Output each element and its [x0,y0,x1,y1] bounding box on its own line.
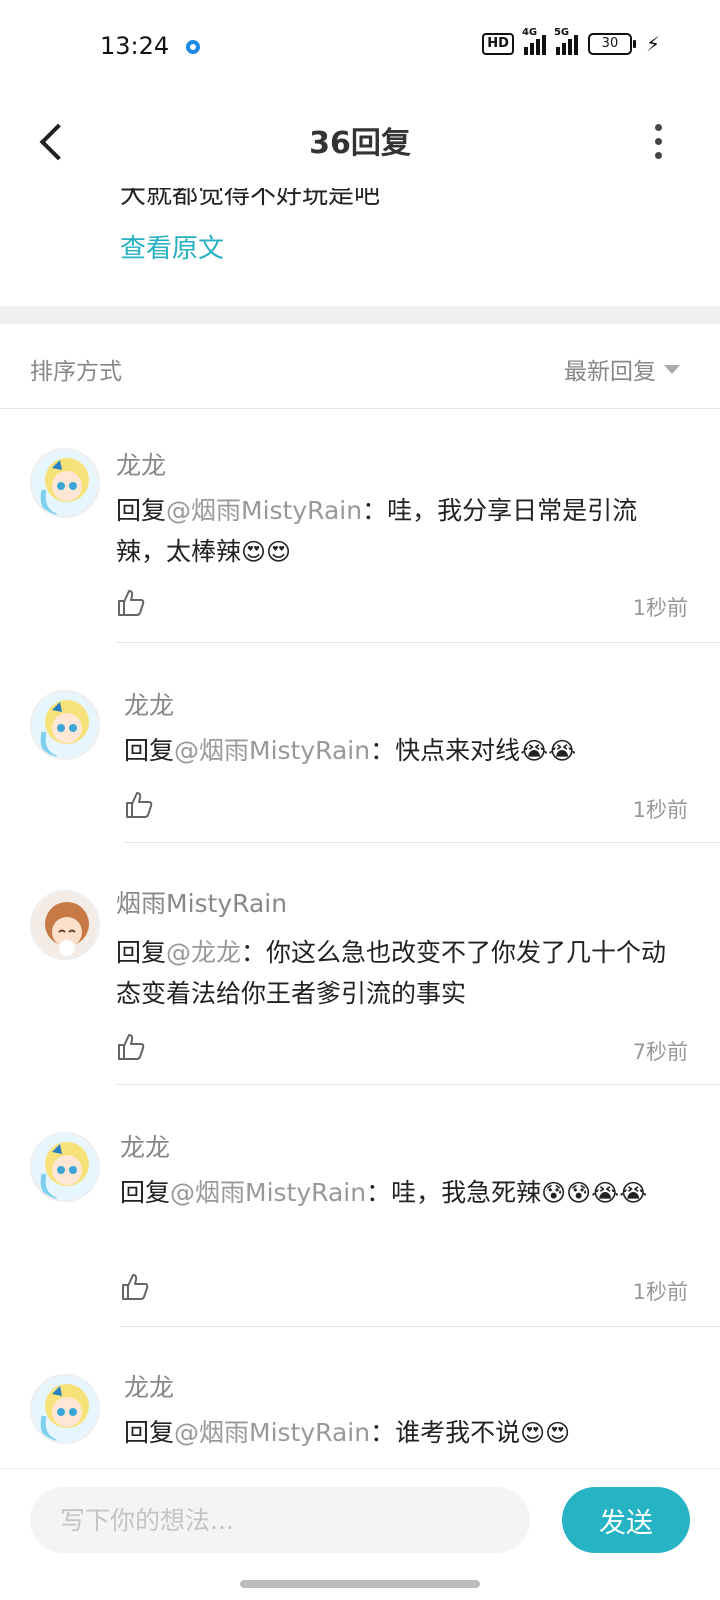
thumbs-up-icon [122,1274,149,1300]
thumbs-up-icon [118,590,145,616]
comment-author[interactable]: 烟雨MistyRain [116,884,287,920]
avatar[interactable] [30,1132,100,1202]
signal-5g-icon: 5G [554,27,578,55]
mention-link[interactable]: @烟雨MistyRain [174,736,370,765]
signal-4g-icon: 4G [522,27,546,55]
like-button[interactable] [116,1032,146,1062]
divider [116,1084,720,1085]
sort-caret-icon [664,364,680,374]
divider [116,642,720,643]
comment-time: 7秒前 [632,1040,688,1064]
like-button[interactable] [116,588,146,618]
divider [124,842,720,843]
comment-text: 回复@烟雨MistyRain：哇，我急死辣😰😰😭😭 [120,1178,648,1207]
hd-voice-icon: HD [482,33,514,55]
view-original-link[interactable]: 查看原文 [120,228,224,265]
mention-link[interactable]: @烟雨MistyRain [174,1418,370,1447]
mention-link[interactable]: @烟雨MistyRain [166,496,362,525]
send-button[interactable]: 发送 [562,1487,690,1553]
more-options-button[interactable] [638,116,678,166]
comment-author[interactable]: 龙龙 [116,446,166,482]
reply-input-bar: 发送 [0,1468,720,1573]
more-vertical-icon [654,123,662,131]
avatar[interactable] [30,690,100,760]
charging-icon: ⚡ [645,32,660,56]
comment-text: 回复@烟雨MistyRain：快点来对线😭😭 [124,736,577,765]
battery-level: 30 [587,33,632,55]
comment-time: 1秒前 [632,798,688,822]
location-indicator-icon [186,40,200,54]
like-button[interactable] [120,1272,150,1302]
sort-selected-value: 最新回复 [564,359,656,385]
comment-text: 回复@烟雨MistyRain：谁考我不说😍😍 [124,1418,571,1447]
avatar[interactable] [30,1374,100,1444]
comment-item: 龙龙 回复@烟雨MistyRain：谁考我不说😍😍 [0,1374,720,1468]
battery-icon: 30 [587,33,636,55]
avatar[interactable] [30,448,100,518]
status-icons: HD 4G 5G 30 ⚡ [482,27,660,56]
thumbs-up-icon [126,792,153,818]
reply-input[interactable] [30,1487,530,1553]
like-button[interactable] [124,790,154,820]
comment-author[interactable]: 龙龙 [124,686,174,722]
mention-link[interactable]: @龙龙 [166,938,241,967]
divider [120,1326,720,1327]
comment-author[interactable]: 龙龙 [120,1128,170,1164]
comment-time: 1秒前 [632,596,688,620]
comment-author[interactable]: 龙龙 [124,1374,174,1404]
section-divider [0,306,720,324]
status-bar: 13:24 HD 4G 5G 30 ⚡ [0,0,720,96]
sort-label: 排序方式 [30,359,122,385]
status-time: 13:24 [100,32,170,60]
thumbs-up-icon [118,1034,145,1060]
home-indicator[interactable] [240,1580,480,1588]
original-post-text: 大就都觉得不好玩是吧 [120,188,381,210]
comment-text: 回复@龙龙：你这么急也改变不了你发了几十个动态变着法给你王者爹引流的事实 [116,938,667,1008]
comment-text: 回复@烟雨MistyRain：哇，我分享日常是引流辣，太棒辣😍😍 [116,496,638,566]
original-post-snippet: 大就都觉得不好玩是吧 查看原文 [0,188,720,308]
sort-bar: 排序方式 最新回复 [0,324,720,409]
avatar[interactable] [30,890,100,960]
page-title: 36回复 [309,126,411,161]
mention-link[interactable]: @烟雨MistyRain [170,1178,366,1207]
comment-time: 1秒前 [632,1280,688,1304]
sort-dropdown[interactable]: 最新回复 [564,352,680,386]
top-app-bar: 36回复 [0,96,720,188]
